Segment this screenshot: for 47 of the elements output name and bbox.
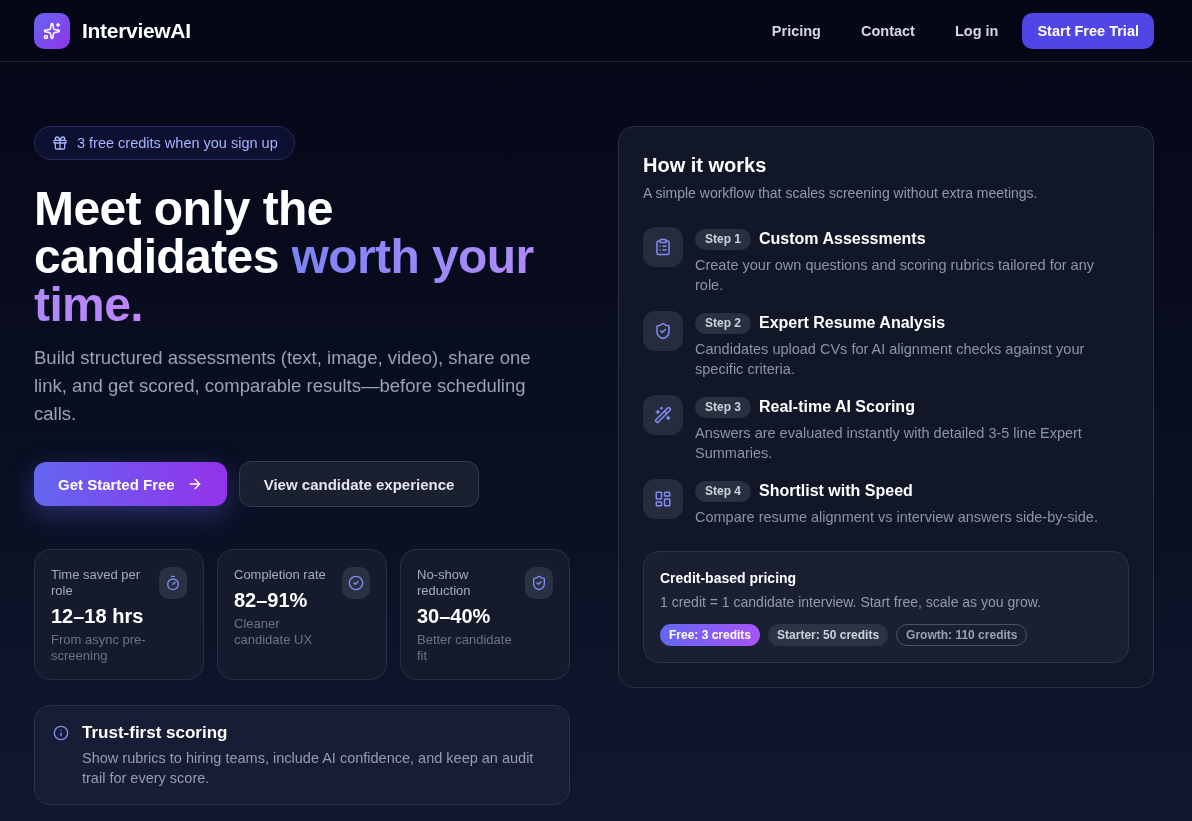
hero-description: Build structured assessments (text, image, video), share one link, and get scored, comparable results—before scheduling calls. <box>34 346 532 426</box>
nav-link[interactable]: Pricing <box>771 22 821 39</box>
plan-tag: Starter: 50 credits <box>768 624 889 646</box>
info-icon <box>53 725 69 741</box>
view-experience-button[interactable]: View candidate experience <box>238 461 480 507</box>
step-description: Compare resume alignment vs interview answers side-by-side. <box>695 508 1099 527</box>
step-description: Create your own questions and scoring rubrics tailored for any role. <box>695 256 1095 295</box>
shield-check-icon <box>643 311 683 351</box>
stat-value: 30–40% <box>417 604 492 628</box>
step-description: Answers are evaluated instantly with detailed 3-5 line Expert Summaries. <box>695 424 1083 463</box>
dashboard-grid-icon <box>643 479 683 519</box>
brand-name: InterviewAI <box>82 18 191 43</box>
step-tag: Step 1 <box>695 228 751 250</box>
stat-value: 12–18 hrs <box>51 604 145 628</box>
get-started-button[interactable]: Get Started Free <box>34 462 227 506</box>
panel-subtitle: A simple workflow that scales screening without extra meetings. <box>643 184 1039 203</box>
nav-link[interactable]: Contact <box>860 22 915 39</box>
stat-value: 82–91% <box>234 588 309 612</box>
panel-title: How it works <box>643 153 768 178</box>
plan-tag: Free: 3 credits <box>660 624 761 646</box>
stat-label: Completion rate <box>234 567 327 583</box>
step-tag: Step 4 <box>695 480 751 502</box>
stat-label: Time saved per role <box>51 567 142 599</box>
step-tag: Step 3 <box>695 396 751 418</box>
stat-label: No-show reduction <box>417 567 472 599</box>
clipboard-icon <box>643 227 683 267</box>
sparkles-icon <box>34 12 70 49</box>
step-description: Candidates upload CVs for AI alignment checks against your specific criteria. <box>695 340 1086 379</box>
step-title: Shortlist with Speed <box>759 482 913 500</box>
pricing-title: Credit-based pricing <box>660 569 798 588</box>
nav-link[interactable]: Log in <box>954 22 999 39</box>
info-title: Trust-first scoring <box>82 722 229 744</box>
step-tag: Step 2 <box>695 312 751 334</box>
start-trial-button[interactable]: Start Free Trial <box>1022 12 1154 49</box>
timer-icon <box>159 567 187 599</box>
stat-note: Cleaner candidate UX <box>234 616 314 648</box>
stat-note: Better candidate fit <box>417 632 513 664</box>
step-title: Expert Resume Analysis <box>759 314 946 332</box>
badge-text: 3 free credits when you sign up <box>77 135 278 151</box>
pricing-text: 1 credit = 1 candidate interview. Start free, scale as you grow. <box>660 593 1042 612</box>
step-title: Custom Assessments <box>759 230 926 248</box>
step-title: Real-time AI Scoring <box>759 398 915 416</box>
magic-wand-icon <box>643 395 683 435</box>
stat-note: From async pre-screening <box>51 632 147 664</box>
info-text: Show rubrics to hiring teams, include AI confidence, and keep an audit trail for every score. <box>82 749 535 788</box>
gift-icon <box>52 135 68 151</box>
shield-check-icon <box>525 567 553 599</box>
